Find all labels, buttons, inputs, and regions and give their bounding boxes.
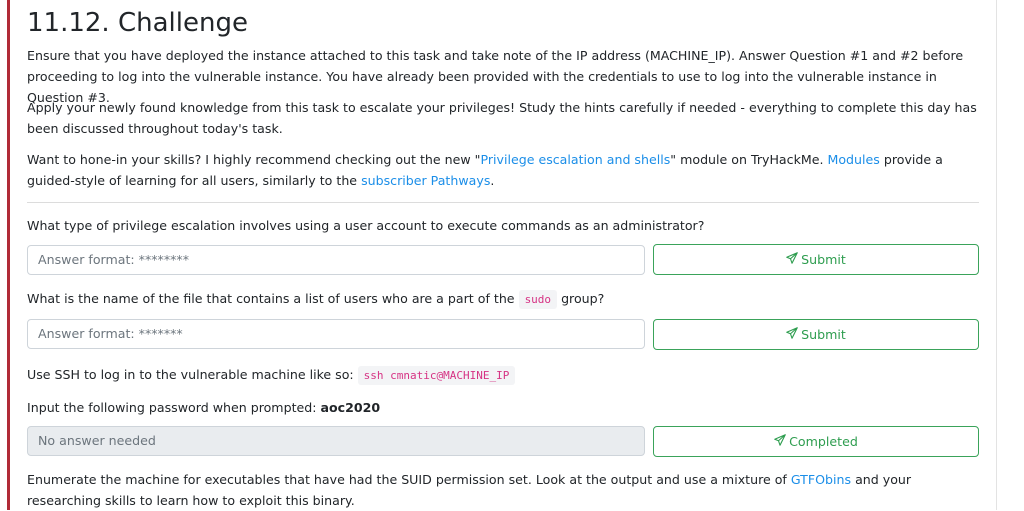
right-divider bbox=[996, 0, 997, 510]
question-2-submit-button[interactable]: Submit bbox=[653, 319, 979, 350]
question-3-completed-label: Completed bbox=[789, 434, 858, 449]
question-3-completed-button[interactable]: Completed bbox=[653, 426, 979, 457]
q2-text-a: What is the name of the file that contai… bbox=[27, 291, 519, 306]
q4-text-a: Enumerate the machine for executables th… bbox=[27, 472, 791, 487]
paper-plane-icon bbox=[774, 428, 786, 457]
section-divider bbox=[27, 202, 979, 203]
intro-paragraph-2: Apply your newly found knowledge from th… bbox=[27, 100, 977, 136]
sudo-code: sudo bbox=[518, 290, 558, 309]
question-3-text-line1: Use SSH to log in to the vulnerable mach… bbox=[27, 365, 516, 386]
question-3-text-line2: Input the following password when prompt… bbox=[27, 398, 380, 418]
p3-text-b: " module on TryHackMe. bbox=[670, 152, 828, 167]
left-accent-bar bbox=[0, 0, 10, 510]
q2-text-b: group? bbox=[557, 291, 605, 306]
paper-plane-icon bbox=[786, 321, 798, 350]
q3-text-b: Input the following password when prompt… bbox=[27, 400, 321, 415]
gtfobins-link[interactable]: GTFObins bbox=[791, 472, 851, 487]
question-1-answer-input[interactable]: Answer format: ******** bbox=[27, 245, 645, 275]
question-1-submit-button[interactable]: Submit bbox=[653, 244, 979, 275]
question-1-text: What type of privilege escalation involv… bbox=[27, 218, 705, 233]
task-title: 11.12. Challenge bbox=[27, 8, 248, 38]
question-2-text: What is the name of the file that contai… bbox=[27, 289, 604, 310]
subscriber-pathways-link[interactable]: subscriber Pathways bbox=[361, 173, 490, 188]
intro-paragraph-3: Want to hone-in your skills? I highly re… bbox=[27, 149, 977, 191]
question-3-answer-input: No answer needed bbox=[27, 426, 645, 456]
question-4-text: Enumerate the machine for executables th… bbox=[27, 469, 977, 511]
modules-link[interactable]: Modules bbox=[827, 152, 879, 167]
q3-text-a: Use SSH to log in to the vulnerable mach… bbox=[27, 367, 358, 382]
p3-text-a: Want to hone-in your skills? I highly re… bbox=[27, 152, 481, 167]
question-1-submit-label: Submit bbox=[801, 252, 846, 267]
privesc-module-link[interactable]: Privilege escalation and shells bbox=[480, 152, 670, 167]
p3-text-d: . bbox=[490, 173, 495, 188]
ssh-command-code: ssh cmnatic@MACHINE_IP bbox=[357, 366, 516, 385]
question-2-answer-input[interactable]: Answer format: ******* bbox=[27, 319, 645, 349]
paper-plane-icon bbox=[786, 246, 798, 275]
password-text: aoc2020 bbox=[320, 400, 381, 415]
question-2-submit-label: Submit bbox=[801, 327, 846, 342]
